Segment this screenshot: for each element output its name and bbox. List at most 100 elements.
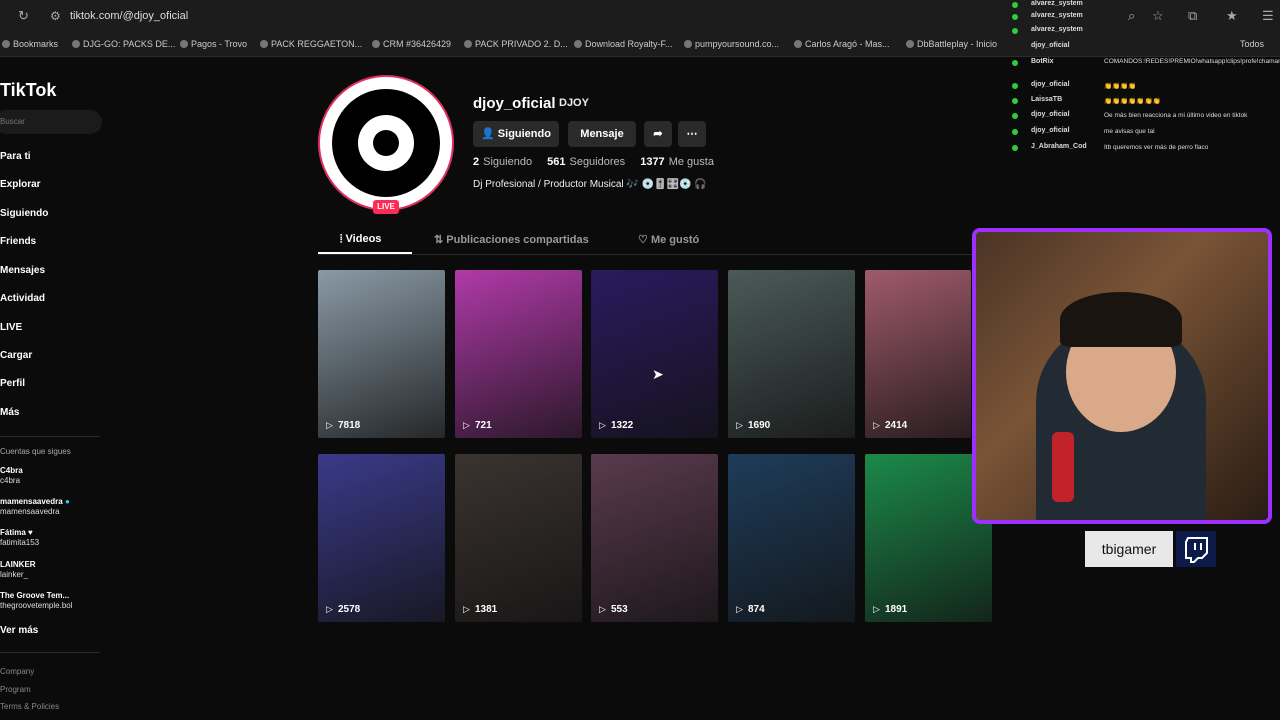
bookmark-icon — [684, 40, 692, 48]
bookmark-item[interactable]: Pagos - Trovo — [180, 39, 247, 49]
message-button-label: Mensaje — [580, 128, 624, 140]
profile-avatar[interactable] — [318, 75, 454, 211]
footer-link[interactable]: Program — [0, 685, 31, 694]
video-thumbnail[interactable]: ▷ 874 — [728, 454, 855, 622]
video-thumbnail[interactable]: ▷ 2578 — [318, 454, 445, 622]
following-account[interactable]: LAINKER lainker_ — [0, 560, 36, 580]
footer-link[interactable]: Company — [0, 667, 34, 676]
account-name: C4bra — [0, 466, 23, 475]
nav-item-para-ti[interactable]: Para ti — [0, 151, 31, 162]
account-name: LAINKER — [0, 560, 36, 569]
following-account[interactable]: The Groove Tem... thegroovetemple.bol — [0, 591, 73, 611]
bookmark-item[interactable]: Download Royalty-F... — [574, 39, 673, 49]
following-account[interactable]: Fátima ♥ fatimita153 — [0, 528, 39, 548]
nav-item-explorar[interactable]: Explorar — [0, 179, 41, 190]
following-account[interactable]: C4bra c4bra — [0, 466, 23, 486]
streamer-name: tbigamer — [1085, 531, 1173, 567]
bookmark-label: Download Royalty-F... — [585, 39, 673, 49]
bookmark-item[interactable]: Bookmarks — [2, 39, 58, 49]
followers-label[interactable]: Seguidores — [569, 156, 625, 168]
bookmark-item[interactable]: DbBattleplay - Inicio — [906, 39, 997, 49]
tab-liked[interactable]: ♡ Me gustó — [638, 233, 699, 246]
video-thumbnail[interactable]: ▷ 1322 — [591, 270, 718, 438]
following-label[interactable]: Siguiendo — [483, 156, 532, 168]
bookmark-label: DbBattleplay - Inicio — [917, 39, 998, 49]
bookmark-icon — [180, 40, 188, 48]
nav-item-live[interactable]: LIVE — [0, 322, 22, 333]
video-thumbnail[interactable]: ▷ 2414 — [865, 270, 971, 438]
following-button-label: Siguiendo — [497, 128, 551, 140]
tab-label: Me gustó — [650, 234, 700, 246]
share-button[interactable]: ➦ — [644, 121, 672, 147]
chat-username: alvarez_system — [1031, 26, 1083, 33]
status-dot-icon — [1012, 60, 1018, 66]
tab-videos[interactable]: ⦙ Videos — [340, 233, 381, 246]
nav-item-mensajes[interactable]: Mensajes — [0, 265, 45, 276]
message-button[interactable]: Mensaje — [568, 121, 636, 147]
chat-message: Itb queremos ver más de perro flaco — [1104, 144, 1209, 151]
bookmark-item[interactable]: PACK PRIVADO 2. D... — [464, 39, 568, 49]
tiktok-logo[interactable]: TikTok — [0, 80, 56, 101]
nav-item-actividad[interactable]: Actividad — [0, 293, 45, 304]
site-info-icon[interactable]: ⚙ — [50, 9, 61, 23]
following-account[interactable]: mamensaavedra ● mamensaavedra — [0, 497, 70, 517]
nav-item-perfil[interactable]: Perfil — [0, 378, 25, 389]
bookmark-label: Pagos - Trovo — [191, 39, 248, 49]
account-handle: fatimita153 — [0, 538, 40, 547]
video-thumbnail[interactable]: ▷ 1690 — [728, 270, 855, 438]
live-badge[interactable]: LIVE — [373, 200, 399, 214]
status-dot-icon — [1012, 145, 1018, 151]
reload-icon[interactable]: ↻ — [18, 8, 29, 24]
likes-count: 1377 — [640, 156, 665, 168]
profile-tabs: ⦙ Videos ⇅ Publicaciones compartidas ♡ M… — [318, 230, 978, 255]
nav-item-mas[interactable]: Más — [0, 407, 19, 418]
see-more-link[interactable]: Ver más — [0, 625, 38, 636]
bookmark-icon — [260, 40, 268, 48]
chat-username: djoy_oficial — [1031, 111, 1070, 118]
bookmark-item[interactable]: pumpyoursound.co... — [684, 39, 779, 49]
video-thumbnail[interactable]: ▷ 7818 — [318, 270, 445, 438]
account-name: The Groove Tem... — [0, 591, 70, 600]
video-thumbnail[interactable]: ▷ 1381 — [455, 454, 582, 622]
divider — [0, 436, 100, 437]
chat-message: 👏👏👏👏 — [1104, 83, 1137, 90]
status-dot-icon — [1012, 14, 1018, 20]
bookmark-label: Bookmarks — [13, 39, 59, 49]
tab-reposts[interactable]: ⇅ Publicaciones compartidas — [434, 233, 589, 246]
play-icon: ▷ — [326, 604, 333, 614]
tab-label: Videos — [345, 233, 382, 245]
more-options-button[interactable]: ⋯ — [678, 121, 706, 147]
account-handle: lainker_ — [0, 570, 29, 579]
address-bar[interactable]: tiktok.com/@djoy_oficial — [70, 10, 188, 22]
nav-item-cargar[interactable]: Cargar — [0, 350, 32, 361]
nav-item-siguiendo[interactable]: Siguiendo — [0, 208, 48, 219]
nav-item-friends[interactable]: Friends — [0, 236, 36, 247]
account-handle: thegroovetemple.bol — [0, 601, 73, 610]
share-icon: ➦ — [653, 128, 663, 140]
video-thumbnail[interactable]: ▷ 553 — [591, 454, 718, 622]
view-count: 1891 — [885, 604, 908, 615]
search-input[interactable]: Buscar — [0, 110, 102, 134]
bookmark-item[interactable]: PACK REGGAETON... — [260, 39, 362, 49]
twitch-logo-icon — [1176, 531, 1216, 567]
stream-chat: alvarez_system alvarez_system alvarez_sy… — [1006, 0, 1280, 160]
bookmark-item[interactable]: DJG-GO: PACKS DE... — [72, 39, 175, 49]
likes-label: Me gusta — [668, 156, 714, 168]
profile-username: djoy_oficial — [473, 95, 556, 112]
following-button[interactable]: 👤 Siguiendo — [473, 121, 559, 147]
avatar-core — [373, 130, 399, 156]
chat-username: LaissaTB — [1031, 96, 1063, 103]
bookmark-item[interactable]: CRM #36426429 — [372, 39, 451, 49]
video-thumbnail[interactable]: ▷ 721 — [455, 270, 582, 438]
followers-count: 561 — [547, 156, 566, 168]
profile-display-name: DJOY — [559, 97, 589, 109]
person-icon: 👤 — [481, 128, 495, 140]
bookmark-icon — [372, 40, 380, 48]
bookmark-item[interactable]: Carlos Aragó - Mas... — [794, 39, 890, 49]
play-icon: ▷ — [599, 604, 606, 614]
footer-link[interactable]: Terms & Policies — [0, 702, 59, 711]
sidebar: TikTok Buscar Para ti Explorar Siguiendo… — [0, 56, 112, 720]
chat-username: BotRix — [1031, 58, 1054, 65]
view-count: 721 — [475, 420, 492, 431]
view-count: 553 — [611, 604, 628, 615]
